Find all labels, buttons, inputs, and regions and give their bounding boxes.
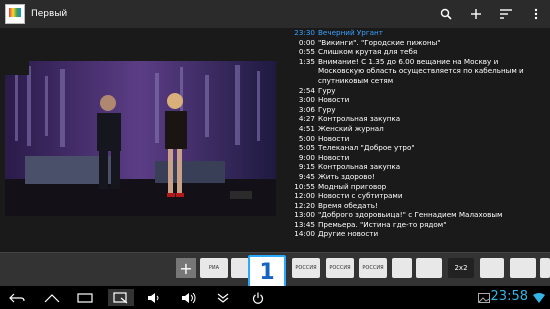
app-title: Первый <box>31 9 68 19</box>
epg-time: 1:35 <box>298 56 315 66</box>
video-frame <box>5 61 276 216</box>
epg-time: 0:55 <box>298 47 315 57</box>
epg-title: Контрольная закупка <box>318 162 401 172</box>
status-clock: 23:58 <box>490 289 528 304</box>
epg-title: Новости <box>318 95 350 105</box>
recents-icon[interactable] <box>73 289 97 306</box>
epg-row[interactable]: 13:45 Премьера. "Истина где-то рядом" <box>285 220 550 230</box>
epg-title: Телеканал "Доброе утро" <box>318 143 415 153</box>
epg-title: Внимание! С 1.35 до 6.00 вещание на Моск… <box>318 56 524 85</box>
channel-logo-icon[interactable] <box>416 258 442 278</box>
epg-time: 9:45 <box>298 171 315 181</box>
epg-title: Гуру <box>318 104 336 114</box>
channel-logo-icon[interactable] <box>392 258 412 278</box>
epg-row[interactable]: 5:05 Телеканал "Доброе утро" <box>285 143 550 153</box>
epg-row[interactable]: 9:45 Жить здорово! <box>285 172 550 182</box>
tv-app-icon <box>5 4 25 24</box>
epg-title: Модный приговор <box>318 181 387 191</box>
epg-title: Гуру <box>318 85 336 95</box>
epg-row[interactable]: 13:00 "Доброго здоровьица!" с Геннадием М… <box>285 210 550 220</box>
epg-time: 9:00 <box>298 152 315 162</box>
rossiya2-icon[interactable]: РОССИЯ <box>326 258 354 278</box>
epg-time: 13:00 <box>294 210 315 220</box>
epg-time: 14:00 <box>294 229 315 239</box>
collapse-icon[interactable] <box>211 289 235 306</box>
volume-up-icon[interactable] <box>177 289 201 306</box>
epg-title: Новости с субтитрами <box>318 191 403 201</box>
epg-title: "Викинги". "Городские пижоны" <box>318 37 441 47</box>
epg-row[interactable]: 0:00 "Викинги". "Городские пижоны" <box>285 38 550 48</box>
epg-time: 9:15 <box>298 162 315 172</box>
epg-time: 12:00 <box>294 191 315 201</box>
channel-watermark-icon <box>5 61 29 75</box>
epg-row[interactable]: 1:35 Внимание! С 1.35 до 6.00 вещание на … <box>285 57 550 86</box>
rossiya1-icon[interactable]: РОССИЯ <box>292 258 320 278</box>
epg-row[interactable]: 9:00 Новости <box>285 153 550 163</box>
epg-row[interactable]: 4:27 Контрольная закупка <box>285 114 550 124</box>
rossiya24-icon[interactable]: РОССИЯ <box>359 258 387 278</box>
epg-title: Слишком крутая для тебя <box>318 47 418 57</box>
channel-logo-icon[interactable] <box>540 258 550 278</box>
epg-title: "Доброго здоровьица!" с Геннадием Малахо… <box>318 210 503 220</box>
epg-row[interactable]: 23:30 Вечерний Ургант <box>285 28 550 38</box>
epg-time: 4:27 <box>298 114 315 124</box>
epg-title: Женский журнал <box>318 123 384 133</box>
epg-row[interactable]: 10:55 Модный приговор <box>285 182 550 192</box>
epg-time: 4:51 <box>298 123 315 133</box>
video-player[interactable] <box>5 61 276 216</box>
2x2-icon[interactable]: 2x2 <box>448 258 474 278</box>
epg-row[interactable]: 3:06 Гуру <box>285 105 550 115</box>
back-icon[interactable] <box>5 289 29 306</box>
epg-title: Жить здорово! <box>318 171 375 181</box>
epg-row[interactable]: 0:55 Слишком крутая для тебя <box>285 47 550 57</box>
epg-title: Контрольная закупка <box>318 114 401 124</box>
epg-time: 3:00 <box>298 95 315 105</box>
channel-logo-icon[interactable] <box>510 258 536 278</box>
epg-time: 0:00 <box>298 37 315 47</box>
add-icon[interactable] <box>468 6 484 22</box>
epg-time: 5:00 <box>298 133 315 143</box>
wifi-icon <box>527 289 550 306</box>
epg-list[interactable]: 23:30 Вечерний Ургант 0:00 "Викинги". "Горо… <box>285 28 550 248</box>
epg-title: Другие новости <box>318 229 379 239</box>
epg-row[interactable]: 9:15 Контрольная закупка <box>285 162 550 172</box>
screenshot-icon[interactable] <box>108 289 134 306</box>
epg-row[interactable]: 3:00 Новости <box>285 95 550 105</box>
epg-row[interactable]: 12:00 Новости с субтитрами <box>285 191 550 201</box>
epg-row[interactable]: 14:00 Другие новости <box>285 229 550 239</box>
epg-title: Время обедать! <box>318 200 378 210</box>
sort-icon[interactable] <box>498 6 514 22</box>
menu-icon[interactable] <box>528 6 544 22</box>
epg-row[interactable]: 12:20 Время обедать! <box>285 201 550 211</box>
epg-title: Премьера. "Истина где-то рядом" <box>318 219 447 229</box>
epg-title: Новости <box>318 152 350 162</box>
epg-time: 5:05 <box>298 143 315 153</box>
epg-time: 12:20 <box>294 200 315 210</box>
action-bar: Первый <box>0 0 550 28</box>
epg-title: Вечерний Ургант <box>318 28 383 37</box>
search-icon[interactable] <box>438 6 454 22</box>
channel-logo-icon[interactable] <box>480 258 504 278</box>
epg-row[interactable]: 5:00 Новости <box>285 134 550 144</box>
epg-time: 13:45 <box>294 219 315 229</box>
ria-icon[interactable]: РИА <box>200 258 228 278</box>
add-channel-button[interactable]: + <box>176 258 196 278</box>
epg-time: 10:55 <box>294 181 315 191</box>
home-icon[interactable] <box>40 289 64 306</box>
power-icon[interactable] <box>246 289 270 306</box>
epg-title: Новости <box>318 133 350 143</box>
volume-down-icon[interactable] <box>142 289 166 306</box>
epg-row[interactable]: 4:51 Женский журнал <box>285 124 550 134</box>
system-navbar: 23:58 <box>0 286 550 309</box>
epg-time: 2:54 <box>298 85 315 95</box>
epg-time: 3:06 <box>298 104 315 114</box>
epg-row[interactable]: 2:54 Гуру <box>285 86 550 96</box>
perviy-icon[interactable]: 1 <box>248 255 286 289</box>
epg-time: 23:30 <box>294 28 315 37</box>
